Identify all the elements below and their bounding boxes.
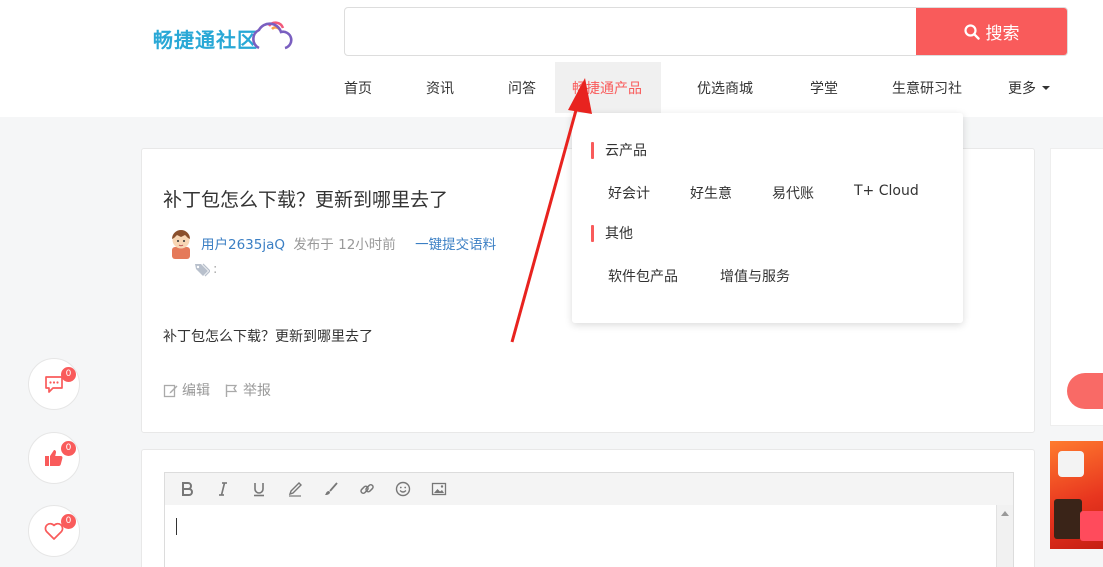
italic-button[interactable]	[214, 480, 232, 498]
answer-input[interactable]	[164, 505, 1014, 567]
smiley-icon	[395, 481, 411, 497]
image-icon	[431, 482, 447, 496]
bold-icon	[182, 482, 193, 496]
dropdown-item-tplus-cloud[interactable]: T+ Cloud	[854, 183, 919, 199]
right-sidebar-action-button[interactable]	[1067, 373, 1103, 409]
dropdown-item-hao-shengyi[interactable]: 好生意	[690, 183, 732, 203]
report-button[interactable]: 举报	[224, 380, 271, 400]
flag-icon	[225, 384, 238, 397]
search-icon	[963, 23, 980, 40]
nav-qa[interactable]: 问答	[474, 62, 555, 113]
author-name[interactable]: 用户2635jaQ	[201, 237, 285, 253]
favorite-button[interactable]: 0	[28, 505, 80, 557]
nav-news[interactable]: 资讯	[392, 62, 474, 113]
search-button-label: 搜索	[985, 24, 1020, 44]
question-meta: 用户2635jaQ 发布于 12小时前 一键提交语料	[201, 233, 496, 253]
link-button[interactable]	[358, 480, 376, 498]
sidebar-ad-banner[interactable]	[1050, 441, 1103, 549]
link-icon	[360, 483, 374, 494]
tags-icon	[195, 263, 210, 276]
chevron-down-icon	[1042, 85, 1050, 90]
comment-count-badge: 0	[61, 367, 76, 382]
report-label: 举报	[243, 383, 271, 399]
scroll-up-arrow-icon[interactable]	[1001, 511, 1009, 516]
nav-business-club[interactable]: 生意研习社	[856, 62, 982, 113]
question-actions: 编辑 举报	[163, 380, 271, 400]
pen-icon	[288, 482, 302, 497]
search-button[interactable]: 搜索	[916, 8, 1067, 55]
dropdown-item-hao-kuaiji[interactable]: 好会计	[608, 183, 650, 203]
publish-time: 发布于 12小时前	[293, 237, 396, 253]
nav-mall[interactable]: 优选商城	[661, 62, 774, 113]
ad-product-image-3	[1080, 511, 1103, 541]
dropdown-item-software-package[interactable]: 软件包产品	[608, 266, 678, 286]
question-title: 补丁包怎么下载？更新到哪里去了	[163, 189, 449, 211]
search-bar: 搜索	[344, 7, 1068, 56]
answer-editor-card	[141, 449, 1035, 567]
dropdown-item-value-added-service[interactable]: 增值与服务	[720, 266, 790, 286]
edit-icon	[163, 384, 178, 397]
nav-products[interactable]: 畅捷通产品	[555, 62, 661, 113]
site-header: 畅捷通社区 搜索 首页 资讯 问答 畅捷通产品 优选商城 学堂 生意研习社 更多	[0, 0, 1103, 117]
like-button[interactable]: 0	[28, 432, 80, 484]
image-button[interactable]	[430, 480, 448, 498]
submit-corpus-link[interactable]: 一键提交语料	[415, 237, 496, 253]
favorite-count-badge: 0	[61, 514, 76, 529]
underline-button[interactable]	[250, 480, 268, 498]
edit-label: 编辑	[182, 383, 210, 399]
comment-button[interactable]: 0	[28, 358, 80, 410]
like-count-badge: 0	[61, 441, 76, 456]
avatar[interactable]	[168, 227, 194, 259]
underline-icon	[254, 483, 264, 497]
editor-scrollbar[interactable]	[996, 505, 1013, 567]
edit-button[interactable]: 编辑	[163, 380, 210, 400]
emoji-button[interactable]	[394, 480, 412, 498]
ad-product-image	[1058, 451, 1084, 477]
dropdown-group-cloud-title: 云产品	[591, 140, 647, 160]
nav-more-label: 更多	[1008, 80, 1036, 97]
site-logo[interactable]: 畅捷通社区	[153, 12, 293, 52]
strikethrough-button[interactable]	[286, 480, 304, 498]
tag-row: :	[194, 262, 217, 277]
brush-icon	[325, 482, 338, 495]
main-nav: 首页 资讯 问答 畅捷通产品 优选商城 学堂 生意研习社 更多	[326, 62, 1072, 113]
italic-icon	[219, 482, 227, 496]
search-input[interactable]	[345, 8, 917, 55]
bold-button[interactable]	[178, 480, 196, 498]
editor-toolbar	[164, 472, 1014, 506]
logo-cloud-icon	[252, 21, 293, 50]
brush-button[interactable]	[322, 480, 340, 498]
question-body: 补丁包怎么下载？更新到哪里去了	[163, 329, 373, 345]
tags-label: :	[213, 262, 218, 277]
nav-more[interactable]: 更多	[982, 62, 1072, 113]
ad-product-image-2	[1054, 499, 1082, 539]
products-dropdown: 云产品 好会计 好生意 易代账 T+ Cloud 其他 软件包产品 增值与服务	[572, 113, 963, 323]
nav-academy[interactable]: 学堂	[774, 62, 856, 113]
text-cursor	[176, 518, 177, 535]
dropdown-item-yi-daizhang[interactable]: 易代账	[772, 183, 814, 203]
nav-home[interactable]: 首页	[326, 62, 392, 113]
dropdown-group-other-title: 其他	[591, 223, 633, 243]
